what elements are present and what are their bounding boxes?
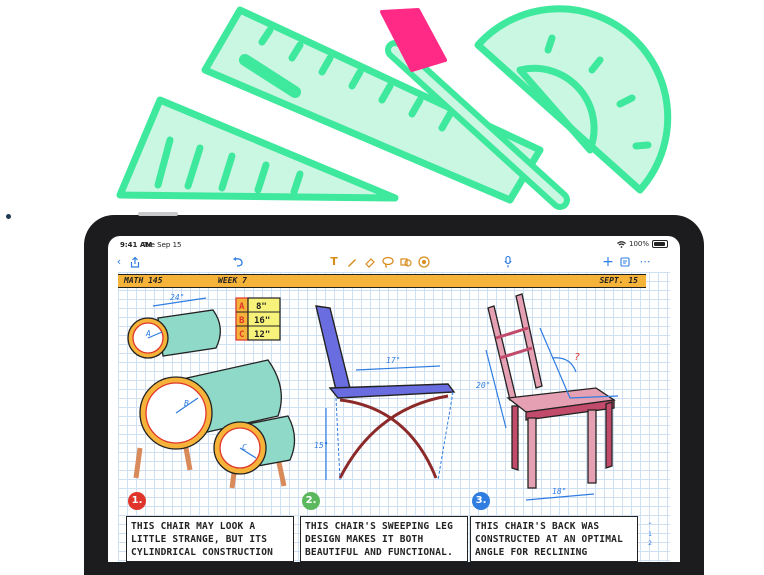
text-tool-icon[interactable]: T — [328, 252, 340, 272]
chair-1-width: 24" — [170, 293, 184, 302]
chair-2-leg-dim: 15" — [314, 441, 328, 450]
shapes-icon[interactable] — [400, 256, 412, 268]
pen-icon[interactable] — [346, 256, 358, 268]
table-value-c: 12" — [254, 330, 270, 340]
caption-number-3: 3. — [472, 492, 490, 510]
battery-icon — [652, 240, 668, 248]
status-right: 100% — [617, 240, 668, 248]
caption-1: THIS CHAIR MAY LOOK A LITTLE STRANGE, BU… — [126, 516, 294, 562]
note-header: MATH 145 WEEK 7 SEPT. 15 — [118, 274, 646, 288]
wifi-icon — [617, 240, 626, 248]
camera-dot — [6, 214, 11, 219]
page-navigator[interactable]: ⌃ 1 2 — [644, 521, 656, 548]
table-value-a: 8" — [256, 302, 267, 312]
status-date: Tue Sep 15 — [143, 241, 182, 249]
chair-2-sketch — [315, 305, 456, 481]
chair-1-label-a: A — [145, 329, 151, 338]
page-number-1[interactable]: 1 — [644, 530, 656, 539]
chair-1-label-b: B — [184, 399, 189, 408]
caption-2: THIS CHAIR'S SWEEPING LEG DESIGN MAKES I… — [300, 516, 468, 562]
chair-3-back-dim: 20" — [476, 381, 490, 390]
chair-2-seat-dim: 17" — [386, 356, 400, 365]
caption-3: THIS CHAIR'S BACK WAS CONSTRUCTED AT AN … — [470, 516, 638, 562]
table-value-b: 16" — [254, 316, 270, 326]
table-label-a: A — [239, 302, 245, 312]
chevron-left-icon[interactable]: ‹ — [114, 252, 124, 272]
notes-toolbar: ‹ T + ⋯ — [108, 252, 680, 272]
microphone-icon[interactable] — [504, 256, 512, 268]
lasso-icon[interactable] — [382, 256, 394, 268]
drawing-tools-illustration — [116, 5, 672, 210]
page-number-2[interactable]: 2 — [644, 539, 656, 548]
chair-1-label-c: C — [242, 443, 247, 452]
page-icon[interactable] — [620, 257, 630, 267]
plus-icon[interactable]: + — [602, 252, 614, 272]
table-label-c: C — [239, 330, 244, 340]
chevron-up-icon[interactable]: ⌃ — [644, 521, 656, 530]
undo-icon[interactable] — [232, 257, 244, 267]
favorites-icon[interactable] — [418, 256, 430, 268]
device-button — [138, 212, 178, 216]
chair-3-angle-mark: ? — [574, 352, 580, 363]
share-icon[interactable] — [130, 257, 140, 268]
table-label-b: B — [239, 316, 245, 326]
chair-sketches: A B C 8" 16" 12" 24" A B C 17" 15" 20" 1… — [127, 293, 619, 501]
eraser-icon[interactable] — [364, 256, 376, 268]
chair-3-base-dim: 18" — [552, 487, 566, 496]
caption-number-2: 2. — [302, 492, 320, 510]
header-date: SEPT. 15 — [599, 276, 638, 285]
dimension-table: A B C 8" 16" 12" — [235, 297, 281, 341]
header-week: WEEK 7 — [218, 276, 247, 285]
status-bar: 9:41 AM Tue Sep 15 100% — [108, 236, 680, 250]
caption-number-1: 1. — [128, 492, 146, 510]
more-icon[interactable]: ⋯ — [638, 252, 652, 272]
header-course: MATH 145 — [124, 276, 163, 285]
chair-3-sketch — [485, 293, 619, 501]
ipad-screen: 9:41 AM Tue Sep 15 100% ‹ T + ⋯ MATH 145… — [108, 236, 680, 562]
battery-percent: 100% — [628, 240, 649, 248]
